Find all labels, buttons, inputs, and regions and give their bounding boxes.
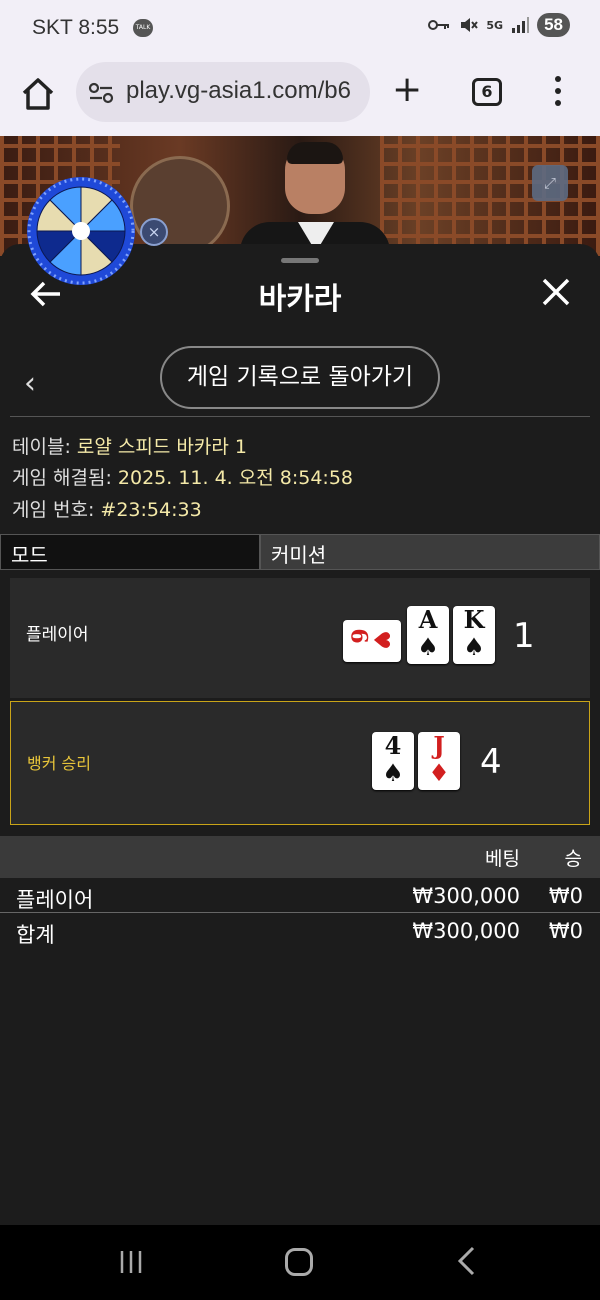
bets-header: 베팅 승 [0, 836, 600, 878]
banker-win-label: 뱅커 승리 [27, 754, 91, 773]
home-icon[interactable] [18, 74, 58, 114]
card-banker-1: 4 ♠ [372, 732, 414, 790]
network-label: 5G [486, 18, 504, 32]
wheel-widget-icon[interactable] [26, 176, 136, 286]
total-win-amount: ₩0 [548, 919, 583, 943]
back-icon[interactable] [455, 1245, 479, 1277]
recents-icon[interactable] [118, 1249, 144, 1275]
win-amount: ₩0 [548, 884, 583, 908]
player-score: 1 [513, 616, 535, 656]
bet-row-label: 플레이어 [16, 888, 94, 912]
card-player-3: K ♠ [453, 606, 495, 664]
card-banker-2: J ♦ [418, 732, 460, 790]
info-game-number: 게임 번호: #23:54:33 [12, 499, 202, 521]
system-nav-bar [0, 1225, 600, 1300]
fullscreen-icon[interactable]: ⤢ [532, 165, 568, 201]
dealer-image [240, 142, 390, 256]
banker-score: 4 [480, 742, 502, 782]
mode-value: 커미션 [260, 534, 600, 570]
mode-label: 모드 [0, 534, 260, 570]
info-table: 테이블: 로얄 스피드 바카라 1 [12, 436, 247, 458]
signal-icon [512, 17, 530, 33]
battery-badge: 58 [537, 13, 570, 37]
total-bet-amount: ₩300,000 [412, 919, 520, 943]
card-player-2: A ♠ [407, 606, 449, 664]
site-settings-icon[interactable] [88, 82, 114, 104]
table-row: 합계 ₩300,000 ₩0 [0, 915, 600, 949]
status-time: SKT 8:55 [32, 16, 120, 39]
game-detail-sheet: 바카라 ‹ 게임 기록으로 돌아가기 테이블: 로얄 스피드 바카라 1 게임 … [0, 244, 600, 1225]
new-tab-button[interactable]: + [392, 70, 422, 110]
browser-toolbar: play.vg-asia1.com/b6 + 6 [0, 56, 600, 136]
address-bar[interactable]: play.vg-asia1.com/b6 [76, 62, 370, 122]
drag-handle[interactable] [281, 258, 319, 263]
close-icon[interactable] [538, 274, 574, 310]
win-column-header: 승 [564, 848, 582, 870]
chevron-left-icon[interactable]: ‹ [24, 366, 36, 401]
total-label: 합계 [16, 923, 55, 947]
player-label: 플레이어 [26, 625, 89, 645]
url-text[interactable]: play.vg-asia1.com/b6 [126, 77, 351, 105]
home-button-icon[interactable] [285, 1248, 313, 1276]
card-player-1: 6 ♥ [343, 620, 401, 662]
divider [10, 416, 590, 417]
tab-count-button[interactable]: 6 [472, 78, 502, 106]
row-divider [0, 912, 600, 913]
kakaotalk-icon: TALK [133, 19, 153, 37]
bet-amount: ₩300,000 [412, 884, 520, 908]
key-icon [428, 20, 450, 30]
bet-column-header: 베팅 [485, 848, 520, 870]
status-icons: 5G 58 [428, 13, 570, 37]
info-resolved: 게임 해결됨: 2025. 11. 4. 오전 8:54:58 [12, 467, 353, 489]
back-to-history-button[interactable]: 게임 기록으로 돌아가기 [160, 346, 440, 409]
banker-hand-row: 뱅커 승리 4 ♠ J ♦ 4 [10, 701, 590, 825]
mode-row: 모드 커미션 [0, 534, 600, 570]
close-widget-icon[interactable]: × [140, 218, 168, 246]
mute-icon [461, 18, 479, 32]
table-row: 플레이어 ₩300,000 ₩0 [0, 880, 600, 914]
status-bar: SKT 8:55 TALK 5G 58 [0, 0, 600, 56]
more-menu-icon[interactable] [553, 74, 563, 114]
player-hand-row: 플레이어 6 ♥ A ♠ K ♠ 1 [10, 578, 590, 698]
